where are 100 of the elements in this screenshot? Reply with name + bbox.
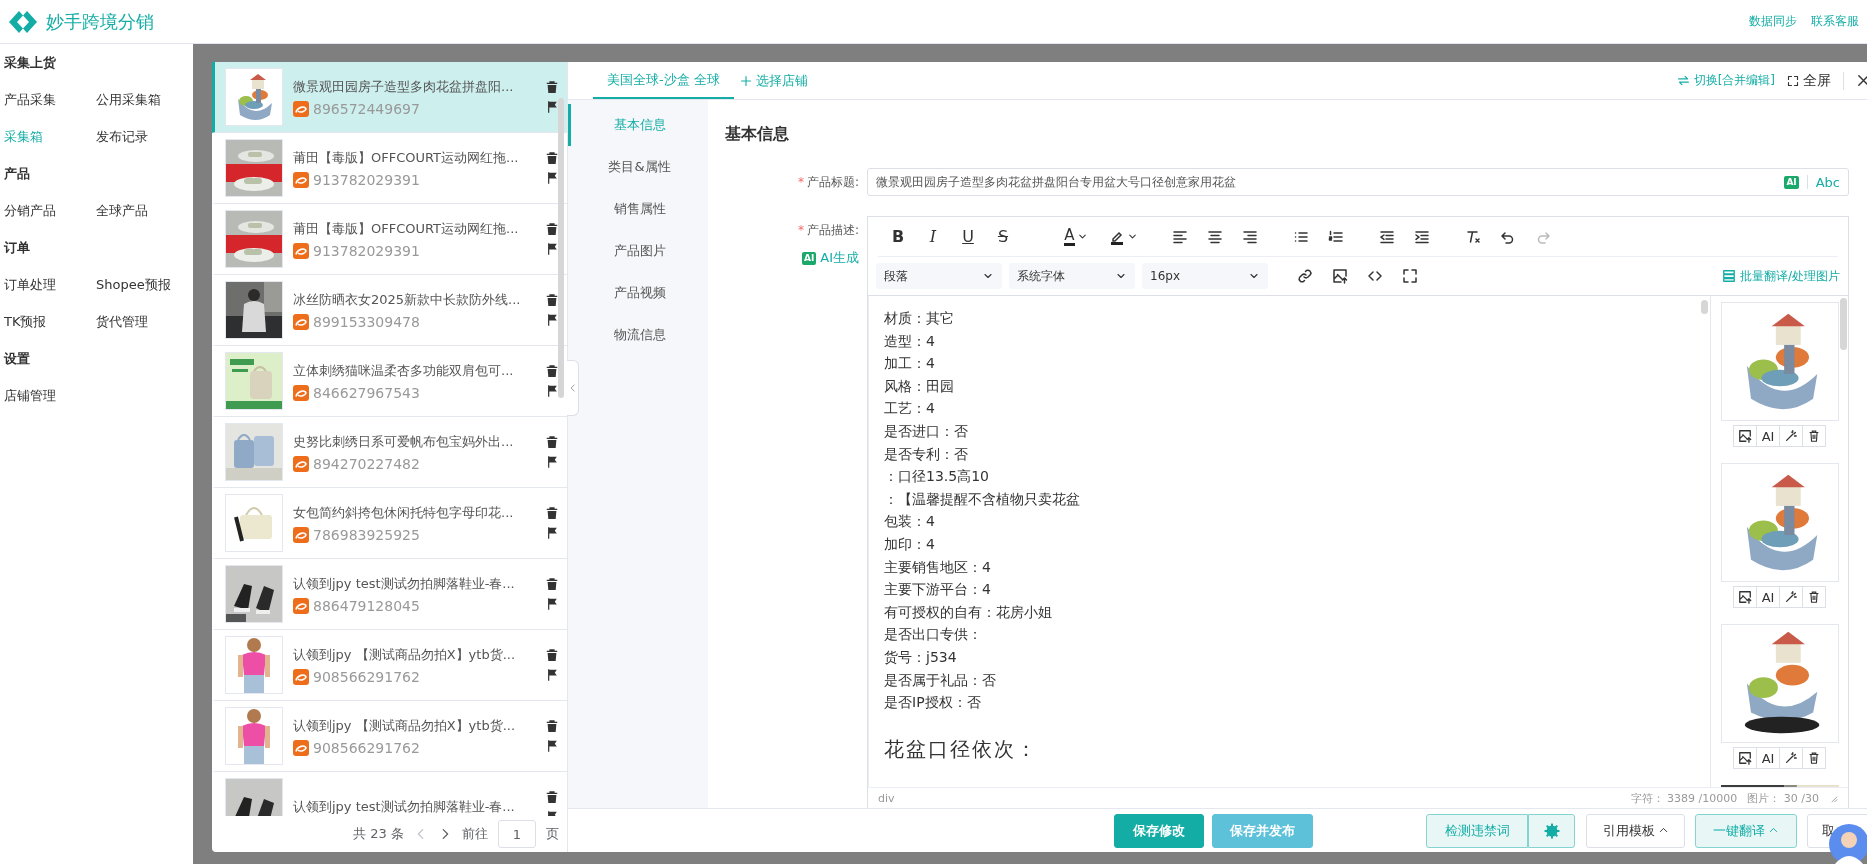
delete-icon[interactable] [545, 293, 559, 307]
replace-image-button[interactable] [1733, 747, 1757, 769]
collapse-handle[interactable] [567, 360, 579, 416]
sidebar-item[interactable]: 发布记录 [96, 118, 148, 155]
scrollbar[interactable] [558, 98, 564, 398]
image-upload-icon[interactable] [1738, 590, 1752, 604]
image-upload-icon[interactable] [1738, 751, 1752, 765]
delete-image-button[interactable] [1802, 425, 1826, 447]
image-upload-icon[interactable] [1738, 429, 1752, 443]
indent-icon[interactable] [1414, 228, 1430, 245]
replace-image-button[interactable] [1733, 586, 1757, 608]
delete-icon[interactable] [545, 790, 559, 804]
product-list-item[interactable]: 认领到jpy test测试勿拍脚落鞋业-春... 886479128045 [212, 559, 567, 630]
flag-icon[interactable] [545, 313, 559, 327]
close-icon[interactable] [1856, 73, 1867, 88]
image-upload-icon[interactable] [1332, 268, 1348, 284]
sidebar-item[interactable]: 店铺管理 [4, 377, 56, 414]
flag-icon[interactable] [545, 739, 559, 753]
sidebar-item[interactable]: 货代管理 [96, 303, 148, 340]
caret-down-icon[interactable] [1126, 231, 1138, 242]
section-nav-item[interactable]: 销售属性 [568, 188, 708, 230]
ai-image-button[interactable]: AI [1756, 586, 1780, 608]
flag-icon[interactable] [545, 242, 559, 256]
delete-image-button[interactable] [1802, 586, 1826, 608]
flag-icon[interactable] [545, 597, 559, 611]
product-list-item[interactable]: 冰丝防晒衣女2025新款中长款防外线... 899153309478 [212, 275, 567, 346]
delete-icon[interactable] [545, 364, 559, 378]
product-list-item[interactable]: 史努比刺绣日系可爱帆布包宝妈外出... 894270227482 [212, 417, 567, 488]
strikethrough-button[interactable]: S [989, 223, 1017, 250]
sidebar-item[interactable]: 订单处理 [4, 266, 56, 303]
product-list-item[interactable]: 莆田【毒版】OFFCOURT运动网红拖... 913782029391 [212, 204, 567, 275]
section-nav-item[interactable]: 类目&属性 [568, 146, 708, 188]
replace-image-button[interactable] [1733, 425, 1757, 447]
sidebar-item[interactable]: 全球产品 [96, 192, 148, 229]
section-nav-item[interactable]: 物流信息 [568, 314, 708, 356]
magic-wand-icon[interactable] [1784, 429, 1798, 443]
delete-icon[interactable] [545, 151, 559, 165]
page-number-field[interactable]: 1 [498, 820, 536, 848]
flag-icon[interactable] [545, 384, 559, 398]
flag-icon[interactable] [545, 100, 559, 114]
dropdown[interactable]: 16px [1142, 263, 1268, 289]
expand-icon[interactable] [1787, 74, 1799, 87]
scrollbar[interactable] [1840, 298, 1847, 350]
delete-icon[interactable] [545, 435, 559, 449]
delete-icon[interactable] [545, 506, 559, 520]
resize-handle-icon[interactable] [1829, 793, 1838, 803]
sidebar-item[interactable]: TK预报 [4, 303, 47, 340]
section-nav-item[interactable]: 产品视频 [568, 272, 708, 314]
section-nav-item[interactable]: 产品图片 [568, 230, 708, 272]
delete-icon[interactable] [545, 648, 559, 662]
product-list-item[interactable]: 认领到jpy 【测试商品勿拍X】ytb货... 908566291762 [212, 630, 567, 701]
delete-icon[interactable] [545, 577, 559, 591]
italic-button[interactable]: I [919, 223, 947, 250]
flag-icon[interactable] [545, 455, 559, 469]
dropdown[interactable]: 段落 [876, 263, 1002, 289]
product-list-item[interactable]: 立体刺绣猫咪温柔杏多功能双肩包可... 846627967543 [212, 346, 567, 417]
delete-image-button[interactable] [1802, 747, 1826, 769]
swap-icon[interactable] [1676, 74, 1690, 87]
magic-wand-button[interactable] [1779, 747, 1803, 769]
align-center-icon[interactable] [1207, 228, 1223, 245]
ai-image-button[interactable]: AI [1756, 747, 1780, 769]
outdent-icon[interactable] [1379, 228, 1395, 245]
caret-down-icon[interactable] [1076, 231, 1088, 242]
delete-icon[interactable] [545, 222, 559, 236]
bold-button[interactable]: B [884, 223, 912, 250]
magic-wand-button[interactable] [1779, 586, 1803, 608]
flag-icon[interactable] [545, 668, 559, 682]
link-icon[interactable] [1297, 268, 1313, 284]
magic-wand-icon[interactable] [1784, 590, 1798, 604]
product-list-item[interactable]: 微景观田园房子造型多肉花盆拼盘阳... 896572449697 [212, 62, 567, 133]
product-list-item[interactable]: 认领到jpy 【测试商品勿拍X】ytb货... 908566291762 [212, 701, 567, 772]
flag-icon[interactable] [545, 171, 559, 185]
dropdown[interactable]: 系统字体 [1009, 263, 1135, 289]
align-right-icon[interactable] [1242, 228, 1258, 245]
sidebar-item[interactable]: 公用采集箱 [96, 81, 161, 118]
trash-icon[interactable] [1807, 751, 1821, 765]
ai-image-button[interactable]: AI [1756, 425, 1780, 447]
flag-icon[interactable] [545, 526, 559, 540]
sidebar-item[interactable]: 产品采集 [4, 81, 56, 118]
numbered-list-icon[interactable] [1328, 228, 1344, 245]
menu-button[interactable]: 引用模板 [1586, 813, 1685, 848]
delete-icon[interactable] [545, 80, 559, 94]
product-list-item[interactable]: 莆田【毒版】OFFCOURT运动网红拖... 913782029391 [212, 133, 567, 204]
scrollbar[interactable] [1701, 300, 1708, 314]
sidebar-item[interactable]: Shopee预报 [96, 266, 171, 303]
font-color-button[interactable]: A [1056, 223, 1096, 250]
align-left-icon[interactable] [1172, 228, 1188, 245]
product-list-item[interactable]: 女包简约斜挎包休闲托特包字母印花... 786983925925 [212, 488, 567, 559]
underline-button[interactable]: U [954, 223, 982, 250]
trash-icon[interactable] [1807, 590, 1821, 604]
trash-icon[interactable] [1807, 429, 1821, 443]
fullscreen-icon[interactable] [1402, 268, 1418, 284]
magic-wand-icon[interactable] [1784, 751, 1798, 765]
sidebar-item[interactable]: 分销产品 [4, 192, 56, 229]
fullscreen-button[interactable]: 全屏 [1787, 71, 1831, 90]
settings-button[interactable] [1528, 813, 1575, 848]
clear-format-icon[interactable] [1465, 228, 1481, 245]
code-icon[interactable] [1367, 268, 1383, 284]
magic-wand-button[interactable] [1779, 425, 1803, 447]
delete-icon[interactable] [545, 719, 559, 733]
